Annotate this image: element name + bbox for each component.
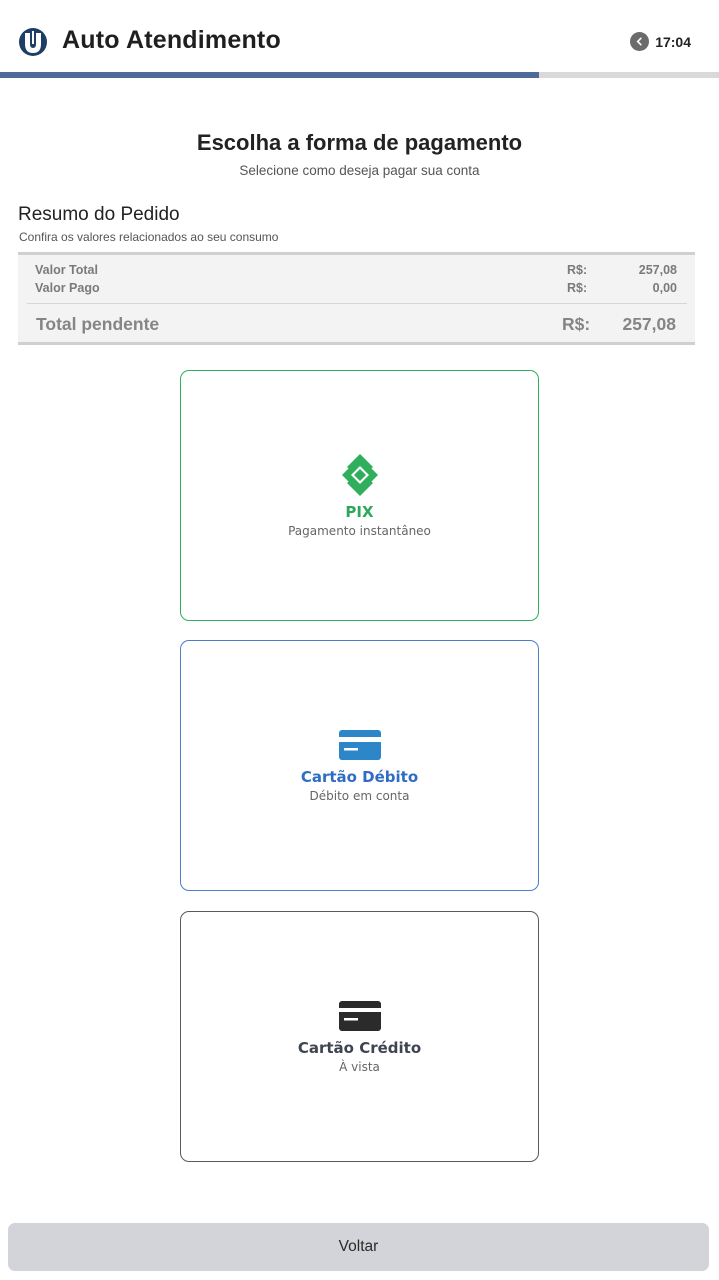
debit-card-payment-option[interactable]: Cartão Débito Débito em conta	[180, 640, 539, 891]
progress-bar-fill	[0, 72, 540, 78]
debit-card-label: Cartão Débito	[300, 768, 419, 786]
summary-row-label: Valor Pago	[35, 281, 100, 295]
page-subtitle: Selecione como deseja pagar sua conta	[239, 163, 480, 178]
credit-card-label: Cartão Crédito	[297, 1039, 422, 1057]
app-title: Auto Atendimento	[62, 26, 281, 54]
summary-row-label: Valor Total	[35, 263, 98, 277]
summary-row-currency: R$:	[567, 263, 588, 277]
total-pending-label: Total pendente	[36, 314, 160, 334]
session-timer: 17:04	[630, 32, 691, 51]
summary-row-paid: Valor Pago R$: 0,00	[35, 281, 677, 299]
summary-divider	[27, 303, 687, 304]
summary-row-value: 0,00	[652, 281, 677, 295]
total-pending-currency: R$:	[562, 314, 591, 334]
total-pending-value: 257,08	[622, 314, 676, 334]
summary-title: Resumo do Pedido	[18, 204, 180, 225]
credit-card-description: À vista	[339, 1060, 380, 1074]
summary-total-pending: Total pendente R$: 257,08	[36, 314, 676, 338]
credit-card-payment-option[interactable]: Cartão Crédito À vista	[180, 911, 539, 1162]
credit-card-icon	[338, 1001, 381, 1031]
payment-selection-page: Auto Atendimento 17:04 Escolha a forma d…	[0, 0, 719, 1280]
app-header: Auto Atendimento 17:04	[0, 0, 719, 72]
order-summary-box: Valor Total R$: 257,08 Valor Pago R$: 0,…	[18, 252, 695, 345]
summary-subtitle: Confira os valores relacionados ao seu c…	[19, 230, 279, 244]
chevron-left-icon[interactable]	[630, 32, 650, 51]
pix-label: PIX	[345, 503, 374, 521]
pix-description: Pagamento instantâneo	[288, 524, 431, 538]
timer-text: 17:04	[655, 33, 691, 50]
debit-card-icon	[338, 730, 381, 760]
page-title: Escolha a forma de pagamento	[196, 130, 523, 155]
progress-bar	[0, 72, 719, 78]
summary-row-total: Valor Total R$: 257,08	[35, 263, 677, 281]
pix-payment-option[interactable]: PIX Pagamento instantâneo	[180, 370, 539, 621]
back-button[interactable]: Voltar	[8, 1223, 709, 1271]
summary-row-currency: R$:	[567, 281, 588, 295]
summary-row-value: 257,08	[638, 263, 677, 277]
university-logo-icon	[19, 28, 47, 56]
debit-card-description: Débito em conta	[309, 789, 410, 803]
pix-icon	[341, 454, 378, 496]
